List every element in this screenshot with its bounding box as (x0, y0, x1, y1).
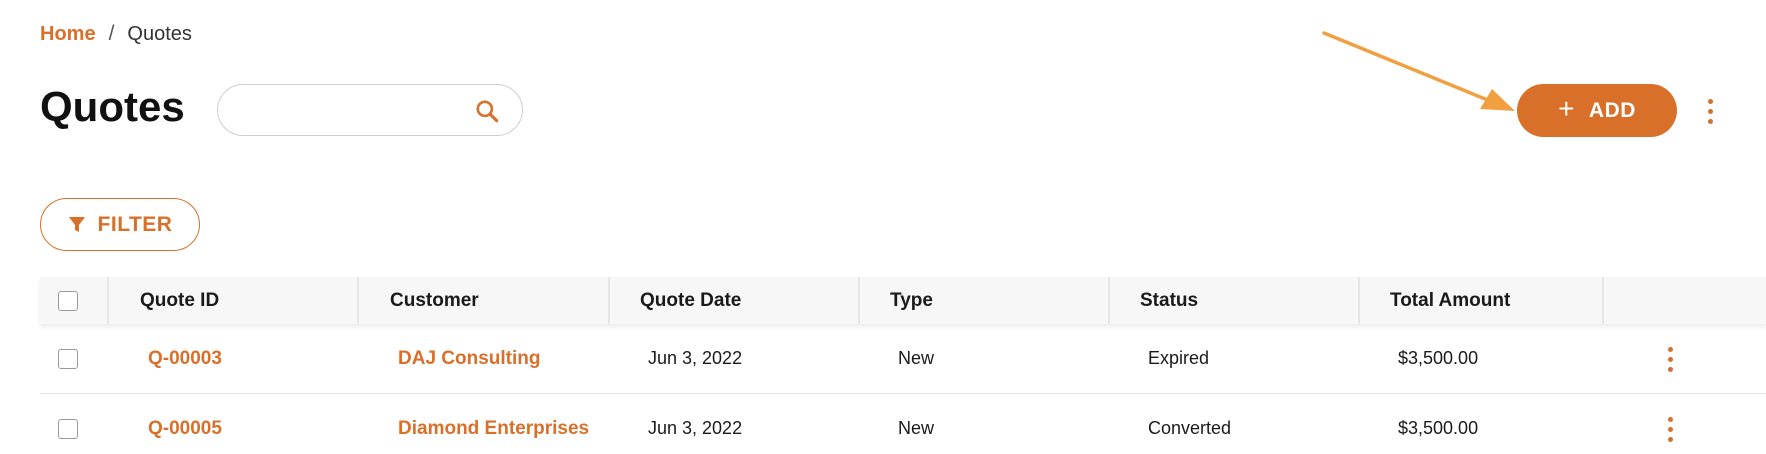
breadcrumb: Home / Quotes (40, 22, 192, 46)
row-checkbox[interactable] (58, 418, 78, 439)
column-header-type[interactable]: Type (890, 277, 933, 324)
customer-link[interactable]: DAJ Consulting (398, 324, 541, 393)
search-icon[interactable] (474, 98, 500, 124)
total-amount-cell: $3,500.00 (1398, 418, 1479, 438)
table-row[interactable]: Q-00003 DAJ Consulting Jun 3, 2022 New E… (40, 324, 1766, 394)
customer-link[interactable]: Diamond Enterprises (398, 394, 589, 454)
add-button[interactable]: + ADD (1517, 84, 1677, 137)
column-divider[interactable] (1358, 277, 1360, 324)
row-checkbox[interactable] (58, 348, 78, 369)
page-title: Quotes (40, 83, 185, 130)
column-header-customer[interactable]: Customer (390, 277, 479, 324)
table-header: Quote ID Customer Quote Date Type Status… (40, 277, 1766, 324)
breadcrumb-current: Quotes (127, 22, 192, 45)
column-divider[interactable] (608, 277, 610, 324)
column-header-status[interactable]: Status (1140, 277, 1198, 324)
column-divider[interactable] (858, 277, 860, 324)
row-actions-icon[interactable] (1660, 414, 1680, 444)
search-input[interactable] (238, 95, 472, 127)
total-amount-cell: $3,500.00 (1398, 348, 1479, 368)
quote-date-cell: Jun 3, 2022 (648, 348, 743, 368)
breadcrumb-separator: / (108, 22, 115, 45)
quotes-page: Home / Quotes Quotes + ADD FILTER Quote … (0, 0, 1766, 454)
quotes-table: Quote ID Customer Quote Date Type Status… (40, 277, 1766, 454)
add-button-label: ADD (1588, 98, 1636, 122)
filter-button[interactable]: FILTER (40, 198, 200, 251)
quote-id-link[interactable]: Q-00003 (148, 324, 222, 393)
select-all-cell (58, 277, 98, 324)
type-cell: New (898, 418, 935, 438)
annotation-arrow (1322, 31, 1515, 111)
row-actions-icon[interactable] (1660, 344, 1680, 374)
filter-button-label: FILTER (97, 212, 173, 236)
type-cell: New (898, 348, 935, 368)
column-divider[interactable] (1602, 277, 1604, 324)
column-header-total-amount[interactable]: Total Amount (1390, 277, 1510, 324)
status-cell: Converted (1148, 418, 1232, 438)
more-options-icon[interactable] (1700, 96, 1720, 126)
column-divider[interactable] (357, 277, 359, 324)
row-select-cell (58, 394, 78, 454)
column-header-quote-id[interactable]: Quote ID (140, 277, 219, 324)
breadcrumb-home-link[interactable]: Home (40, 23, 96, 46)
search-box[interactable] (217, 84, 523, 136)
status-cell: Expired (1148, 348, 1210, 368)
quote-date-cell: Jun 3, 2022 (648, 418, 743, 438)
table-row[interactable]: Q-00005 Diamond Enterprises Jun 3, 2022 … (40, 394, 1766, 454)
column-header-quote-date[interactable]: Quote Date (640, 277, 741, 324)
plus-icon: + (1558, 93, 1575, 124)
filter-icon (68, 216, 85, 232)
quote-id-link[interactable]: Q-00005 (148, 394, 222, 454)
row-select-cell (58, 324, 78, 393)
column-divider[interactable] (1108, 277, 1110, 324)
select-all-checkbox[interactable] (58, 290, 78, 311)
column-divider[interactable] (107, 277, 109, 324)
